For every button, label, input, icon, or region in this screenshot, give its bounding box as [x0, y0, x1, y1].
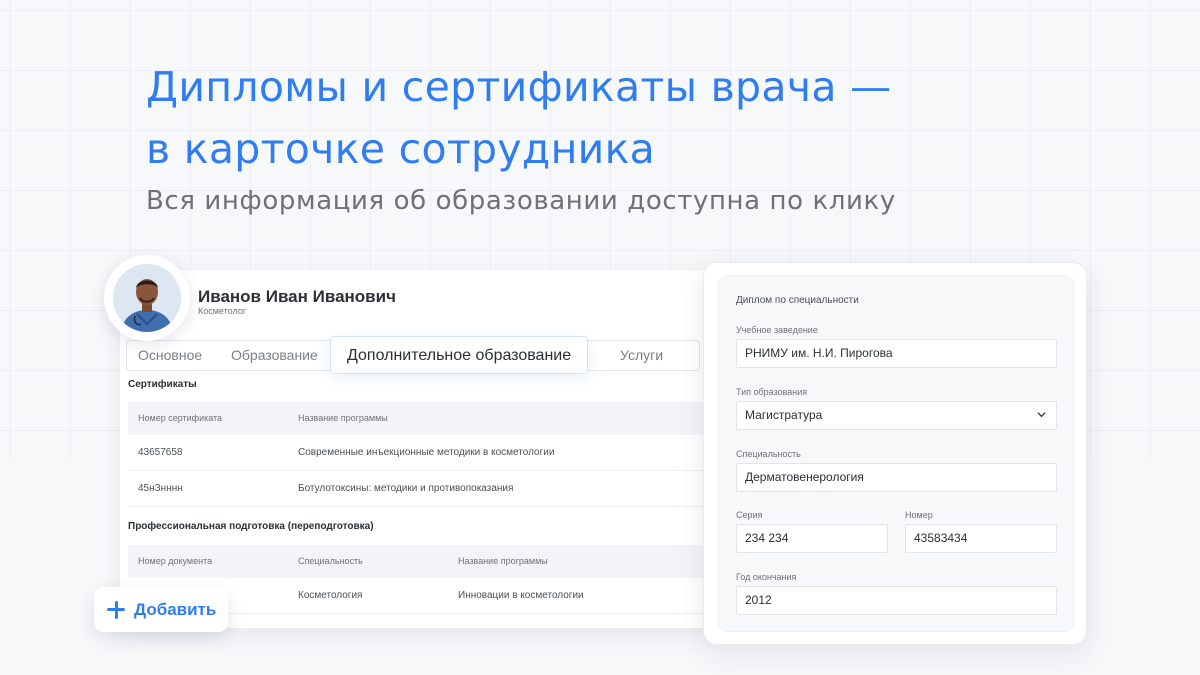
plus-icon: [106, 600, 126, 620]
avatar-photo: [113, 264, 181, 332]
diploma-panel: Диплом по специальности Учебное заведени…: [703, 262, 1087, 645]
table-row[interactable]: 45нЗнннн Ботулотоксины: методики и проти…: [128, 471, 704, 507]
education-type-select[interactable]: Магистратура: [736, 401, 1057, 430]
column-header: Номер документа: [138, 556, 213, 566]
add-button[interactable]: Добавить: [94, 587, 228, 632]
tab-additional-education[interactable]: Дополнительное образование: [330, 336, 589, 374]
person-icon: [113, 264, 181, 332]
avatar: [104, 255, 190, 341]
tab-main[interactable]: Основное: [138, 341, 202, 370]
employee-name: Иванов Иван Иванович: [198, 287, 396, 306]
column-header: Специальность: [298, 556, 363, 566]
retraining-table-header: Номер документа Специальность Название п…: [128, 545, 704, 578]
program-name: Современные инъекционные методики в косм…: [298, 447, 555, 458]
certificate-number: 45нЗнннн: [138, 483, 183, 494]
institution-field[interactable]: РНИМУ им. Н.И. Пирогова: [736, 339, 1057, 368]
series-field[interactable]: 234 234: [736, 524, 888, 553]
headline: Дипломы и сертификаты врача — в карточке…: [146, 56, 891, 180]
column-header: Название программы: [298, 413, 388, 423]
education-type-label: Тип образования: [736, 387, 808, 397]
retraining-title: Профессиональная подготовка (переподгото…: [128, 521, 374, 532]
certificate-number: 43657658: [138, 447, 183, 458]
headline-line-1: Дипломы и сертификаты врача —: [146, 63, 892, 111]
tab-bar: Основное Образование Дополнительное обра…: [126, 336, 700, 374]
add-button-label: Добавить: [134, 599, 217, 619]
table-row[interactable]: 43657658 Современные инъекционные методи…: [128, 435, 704, 471]
column-header: Название программы: [458, 556, 548, 566]
tab-education[interactable]: Образование: [231, 341, 318, 370]
specialty-field[interactable]: Дерматовенерология: [736, 463, 1057, 492]
education-type-value: Магистратура: [745, 408, 823, 422]
graduation-year-field[interactable]: 2012: [736, 586, 1057, 615]
series-label: Серия: [736, 510, 763, 520]
tab-services[interactable]: Услуги: [620, 341, 663, 370]
diploma-form: Диплом по специальности Учебное заведени…: [718, 275, 1074, 632]
employee-role: Косметолог: [198, 306, 247, 316]
specialty-label: Специальность: [736, 449, 801, 459]
column-header: Номер сертификата: [138, 413, 223, 423]
institution-label: Учебное заведение: [736, 325, 818, 335]
program-name: Ботулотоксины: методики и противопоказан…: [298, 483, 514, 494]
number-field[interactable]: 43583434: [905, 524, 1057, 553]
graduation-year-label: Год окончания: [736, 572, 797, 582]
chevron-down-icon: [1037, 412, 1046, 418]
headline-line-2: в карточке сотрудника: [146, 125, 656, 173]
subtitle: Вся информация об образовании доступна п…: [146, 186, 896, 216]
diploma-title: Диплом по специальности: [736, 295, 859, 306]
certificates-title: Сертификаты: [128, 379, 197, 390]
specialty: Косметология: [298, 590, 363, 601]
certificates-table-header: Номер сертификата Название программы: [128, 402, 704, 435]
program-name: Инновации в косметологии: [458, 590, 584, 601]
number-label: Номер: [905, 510, 933, 520]
